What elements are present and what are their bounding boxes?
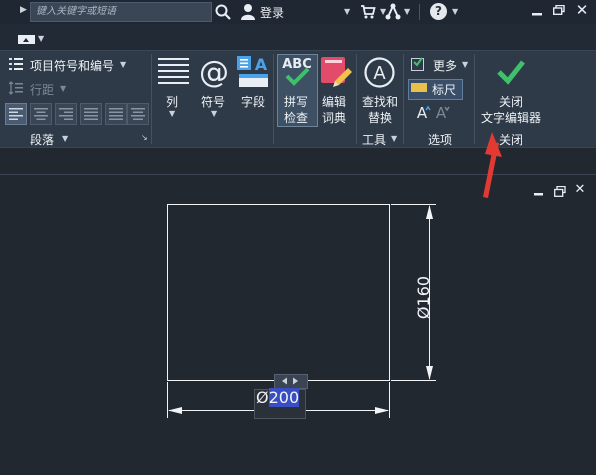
distribute-icon (109, 108, 123, 120)
spell-check-icon: ABC (282, 57, 312, 86)
dropdown-arrow-icon[interactable]: ▼ (38, 34, 44, 43)
ruler-label: 标尺 (432, 83, 457, 97)
ruler-icon (411, 83, 427, 92)
group-divider (273, 54, 274, 144)
align-center-icon (34, 108, 48, 120)
svg-text:A: A (255, 55, 268, 74)
group-divider (151, 54, 152, 144)
dropdown-arrow-icon[interactable]: ▼ (391, 134, 397, 143)
align-left-button[interactable] (5, 103, 27, 125)
distribute-alt-icon (131, 108, 145, 120)
svg-text:@: @ (199, 56, 229, 88)
close-editor-label-1[interactable]: 关闭 (499, 93, 523, 110)
group-divider (403, 54, 404, 144)
align-right-button[interactable] (55, 103, 77, 125)
status-band (0, 147, 596, 175)
share-icon[interactable] (385, 3, 401, 20)
checkmark-icon (413, 57, 423, 67)
selected-dimension-value[interactable]: 200 (268, 388, 300, 407)
justify-button[interactable] (80, 103, 102, 125)
dropdown-arrow-icon[interactable]: ▼ (404, 7, 410, 16)
edit-dictionary-label-1[interactable]: 编辑 (322, 93, 346, 110)
align-right-icon (59, 108, 73, 120)
dropdown-arrow-icon[interactable]: ▼ (344, 7, 350, 16)
help-icon[interactable]: ? (430, 3, 447, 20)
line-spacing-icon (9, 81, 23, 95)
user-icon[interactable] (240, 3, 256, 20)
distribute-button[interactable] (105, 103, 127, 125)
group-title-close: 关闭 (499, 133, 524, 147)
justify-icon (84, 108, 98, 120)
minimize-viewport-icon[interactable] (533, 185, 545, 197)
restore-window-icon[interactable] (553, 5, 565, 15)
bullets-numbering-button[interactable]: 项目符号和编号 (30, 57, 114, 74)
spell-check-label-1: 拼写 (284, 95, 309, 109)
distribute-alt-button[interactable] (127, 103, 149, 125)
svg-text:A: A (417, 104, 428, 120)
dimension-text-horizontal[interactable]: Ø200 (256, 388, 300, 407)
close-editor-check-icon[interactable] (496, 58, 526, 86)
edit-dictionary-label-2[interactable]: 词典 (322, 109, 346, 126)
triangle-up-icon (23, 38, 29, 42)
line-spacing-button[interactable]: 行距 (30, 81, 54, 98)
diameter-symbol: Ø (256, 388, 269, 407)
group-title-options: 选项 (428, 133, 453, 147)
close-viewport-icon[interactable]: ✕ (573, 183, 587, 197)
at-sign-icon[interactable]: @ (198, 56, 230, 88)
close-editor-label-2[interactable]: 文字编辑器 (481, 109, 541, 126)
close-window-icon[interactable]: ✕ (575, 2, 589, 18)
group-divider (474, 54, 475, 144)
group-title-tools: 工具 (362, 133, 387, 147)
align-center-button[interactable] (30, 103, 52, 125)
group-title-paragraph: 段落 (30, 133, 55, 147)
align-left-icon (9, 108, 23, 120)
dropdown-arrow-icon[interactable]: ▼ (169, 109, 175, 118)
caret-right-icon[interactable]: ▶ (20, 5, 27, 15)
svg-text:A: A (373, 63, 386, 84)
font-size-down-icon[interactable]: A (434, 104, 450, 120)
group-divider (356, 54, 357, 144)
search-icon[interactable] (214, 3, 232, 21)
find-replace-label-1[interactable]: 查找和 (362, 93, 398, 110)
search-input[interactable] (36, 5, 206, 18)
find-replace-icon[interactable]: A (363, 56, 396, 89)
toolbar-divider (419, 4, 420, 20)
dropdown-arrow-icon[interactable]: ▼ (462, 60, 468, 69)
columns-button[interactable]: 列 (166, 93, 178, 110)
dimension-text-vertical[interactable]: Ø160 (414, 276, 433, 319)
dropdown-arrow-icon[interactable]: ▼ (452, 7, 458, 16)
columns-icon[interactable] (157, 56, 190, 89)
restore-viewport-icon[interactable] (554, 186, 566, 197)
font-size-up-icon[interactable]: A (415, 104, 431, 120)
dropdown-arrow-icon[interactable]: ▼ (60, 84, 66, 93)
find-replace-label-2[interactable]: 替换 (368, 109, 392, 126)
more-button[interactable]: 更多 (433, 57, 457, 74)
svg-text:A: A (436, 104, 447, 120)
dropdown-arrow-icon[interactable]: ▼ (211, 109, 217, 118)
grip-arrows-icon (282, 377, 298, 385)
bullet-list-icon[interactable] (9, 58, 23, 70)
field-icon[interactable]: A (236, 55, 270, 89)
symbol-button[interactable]: 符号 (201, 93, 225, 110)
field-button[interactable]: 字段 (241, 93, 265, 110)
tab-strip (0, 24, 596, 50)
drawing-canvas[interactable] (0, 174, 596, 475)
spell-check-label-2: 检查 (284, 111, 309, 125)
cart-icon[interactable] (360, 4, 376, 19)
dropdown-arrow-icon[interactable]: ▼ (62, 134, 68, 143)
dropdown-arrow-icon[interactable]: ▼ (120, 60, 126, 69)
minimize-window-icon[interactable] (530, 2, 544, 18)
login-link[interactable]: 登录 (260, 4, 284, 21)
edit-dictionary-icon[interactable] (319, 55, 353, 89)
dialog-launcher-icon[interactable]: ↘ (141, 133, 148, 142)
